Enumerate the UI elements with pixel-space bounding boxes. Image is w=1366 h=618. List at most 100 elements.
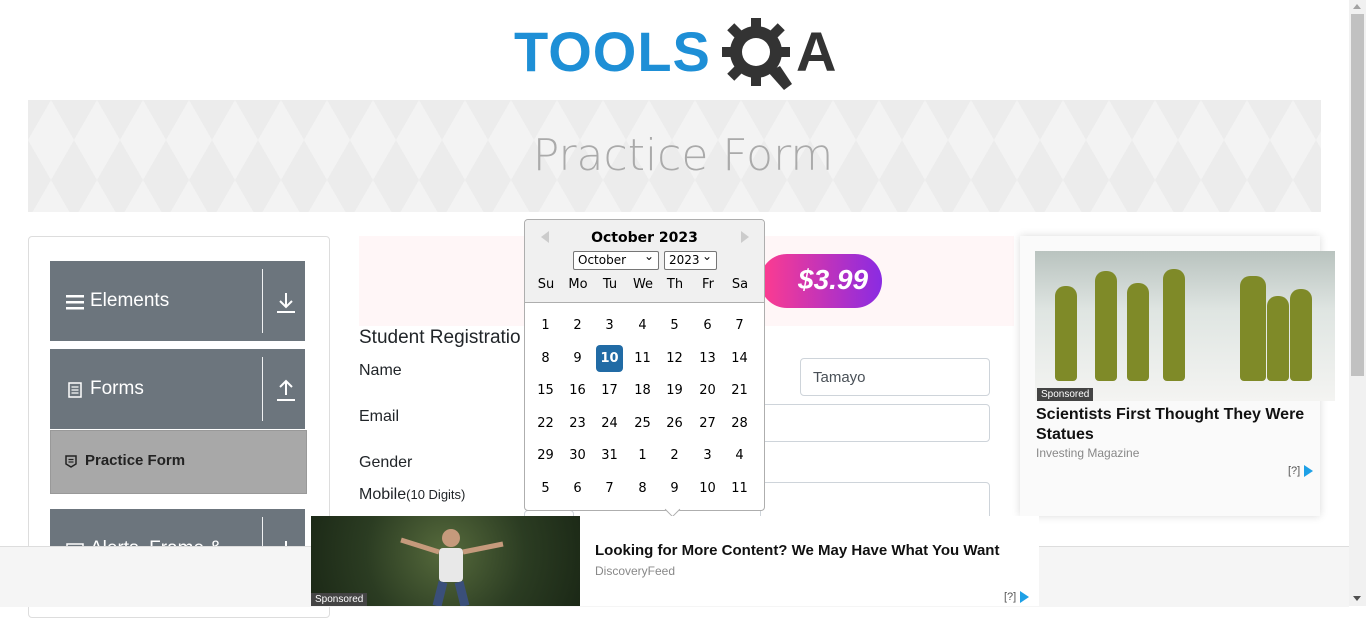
download-icon	[277, 293, 295, 313]
calendar-day[interactable]: 11	[629, 345, 656, 372]
calendar-day[interactable]: 2	[564, 312, 591, 339]
weekday-label: We	[632, 277, 654, 292]
calendar-day[interactable]: 13	[694, 345, 721, 372]
upload-icon	[277, 379, 295, 401]
form-icon	[65, 455, 77, 468]
divider	[262, 357, 263, 421]
calendar-day[interactable]: 1	[629, 442, 656, 469]
calendar-day[interactable]: 7	[596, 475, 623, 502]
calendar-day[interactable]: 25	[629, 410, 656, 437]
sidebar-group-elements[interactable]: Elements	[50, 261, 305, 341]
calendar-day[interactable]: 29	[532, 442, 559, 469]
form-title: Student Registratio	[359, 327, 521, 348]
month-select-value: October	[578, 253, 627, 267]
statue-figure	[1127, 283, 1149, 381]
ad-choices-text: [?]	[1004, 591, 1017, 603]
calendar-day[interactable]: 27	[694, 410, 721, 437]
calendar-day[interactable]: 3	[694, 442, 721, 469]
statue-figure	[1055, 286, 1077, 381]
ad-choices[interactable]: [?]	[1288, 465, 1314, 478]
ad-image: Sponsored	[1035, 251, 1335, 401]
sidebar-ad[interactable]: Sponsored Scientists First Thought They …	[1020, 236, 1335, 516]
email-label: Email	[359, 408, 400, 425]
calendar-day[interactable]: 18	[629, 377, 656, 404]
mobile-label-text: Mobile	[359, 486, 407, 503]
ad-source[interactable]: Investing Magazine	[1036, 446, 1139, 460]
scroll-down-arrow-icon[interactable]	[1353, 596, 1361, 601]
scroll-up-arrow-icon[interactable]	[1353, 4, 1361, 9]
ad-title[interactable]: Scientists First Thought They Were Statu…	[1036, 405, 1321, 445]
bottom-ad[interactable]: Sponsored Looking for More Content? We M…	[311, 516, 1039, 606]
promo-price: $3.99	[798, 264, 869, 295]
statue-figure	[1267, 296, 1289, 381]
calendar-day[interactable]: 30	[564, 442, 591, 469]
logo-text-tools: TOOLS	[514, 20, 711, 83]
calendar-day[interactable]: 20	[694, 377, 721, 404]
weekday-label: Su	[537, 277, 555, 292]
scrollbar-thumb[interactable]	[1351, 14, 1364, 376]
calendar-day[interactable]: 12	[661, 345, 688, 372]
calendar-day[interactable]: 4	[629, 312, 656, 339]
calendar-day[interactable]: 21	[726, 377, 753, 404]
calendar-day[interactable]: 16	[564, 377, 591, 404]
ad-choices-text: [?]	[1288, 465, 1301, 477]
year-select-value: 2023	[669, 253, 700, 267]
calendar-day[interactable]: 15	[532, 377, 559, 404]
calendar-day[interactable]: 11	[726, 475, 753, 502]
ad-image: Sponsored	[311, 516, 580, 606]
calendar-day[interactable]: 8	[629, 475, 656, 502]
sidebar-group-label: Elements	[90, 290, 170, 311]
calendar-day[interactable]: 22	[532, 410, 559, 437]
sidebar-group-label: Forms	[90, 378, 144, 399]
statue-figure	[1163, 269, 1185, 381]
sponsored-tag: Sponsored	[311, 593, 368, 606]
calendar-day[interactable]: 9	[564, 345, 591, 372]
calendar-day[interactable]: 31	[596, 442, 623, 469]
promo-price-badge[interactable]: $3.99	[760, 254, 882, 308]
calendar-day[interactable]: 1	[532, 312, 559, 339]
calendar-day[interactable]: 28	[726, 410, 753, 437]
calendar-day[interactable]: 9	[661, 475, 688, 502]
sidebar-item-practice-form[interactable]: Practice Form	[50, 430, 307, 494]
calendar-day[interactable]: 24	[596, 410, 623, 437]
statue-figure	[1240, 276, 1266, 381]
gender-label: Gender	[359, 454, 413, 471]
next-month-icon[interactable]	[741, 231, 749, 243]
calendar-day[interactable]: 17	[596, 377, 623, 404]
calendar-day[interactable]: 6	[564, 475, 591, 502]
adchoices-icon	[1304, 465, 1314, 478]
ad-title[interactable]: Looking for More Content? We May Have Wh…	[595, 542, 999, 559]
last-name-input[interactable]: Tamayo	[800, 358, 990, 396]
month-select[interactable]: October	[573, 248, 659, 270]
page-scrollbar[interactable]	[1349, 0, 1366, 606]
calendar-day[interactable]: 8	[532, 345, 559, 372]
sponsored-tag: Sponsored	[1037, 388, 1094, 401]
calendar-day[interactable]: 6	[694, 312, 721, 339]
calendar-day[interactable]: 14	[726, 345, 753, 372]
sidebar-group-forms[interactable]: Forms	[50, 349, 305, 429]
calendar-day[interactable]: 10	[694, 475, 721, 502]
calendar-day[interactable]: 2	[661, 442, 688, 469]
mobile-label: Mobile(10 Digits)	[359, 486, 465, 504]
sidebar-item-label: Practice Form	[85, 452, 186, 469]
adchoices-icon	[1020, 591, 1030, 604]
calendar-day[interactable]: 3	[596, 312, 623, 339]
calendar-day[interactable]: 5	[532, 475, 559, 502]
calendar-day[interactable]: 5	[661, 312, 688, 339]
weekday-label: Th	[666, 277, 684, 292]
calendar-day[interactable]: 23	[564, 410, 591, 437]
calendar-day[interactable]: 10	[596, 345, 623, 372]
ad-source[interactable]: DiscoveryFeed	[595, 564, 675, 578]
calendar-day[interactable]: 19	[661, 377, 688, 404]
calendar-day[interactable]: 7	[726, 312, 753, 339]
weekday-label: Fr	[702, 277, 714, 292]
mobile-input[interactable]	[760, 482, 990, 520]
toolsqa-logo[interactable]: TOOLS A	[514, 16, 838, 92]
datepicker-popup: October 2023 October 2023 SuMoTuWeThFrSa…	[524, 219, 765, 511]
calendar-day[interactable]: 4	[726, 442, 753, 469]
year-select[interactable]: 2023	[664, 248, 717, 270]
calendar-day[interactable]: 26	[661, 410, 688, 437]
ad-choices[interactable]: [?]	[1004, 591, 1030, 604]
gear-magnifier-icon	[722, 18, 792, 90]
email-input[interactable]	[760, 404, 990, 442]
